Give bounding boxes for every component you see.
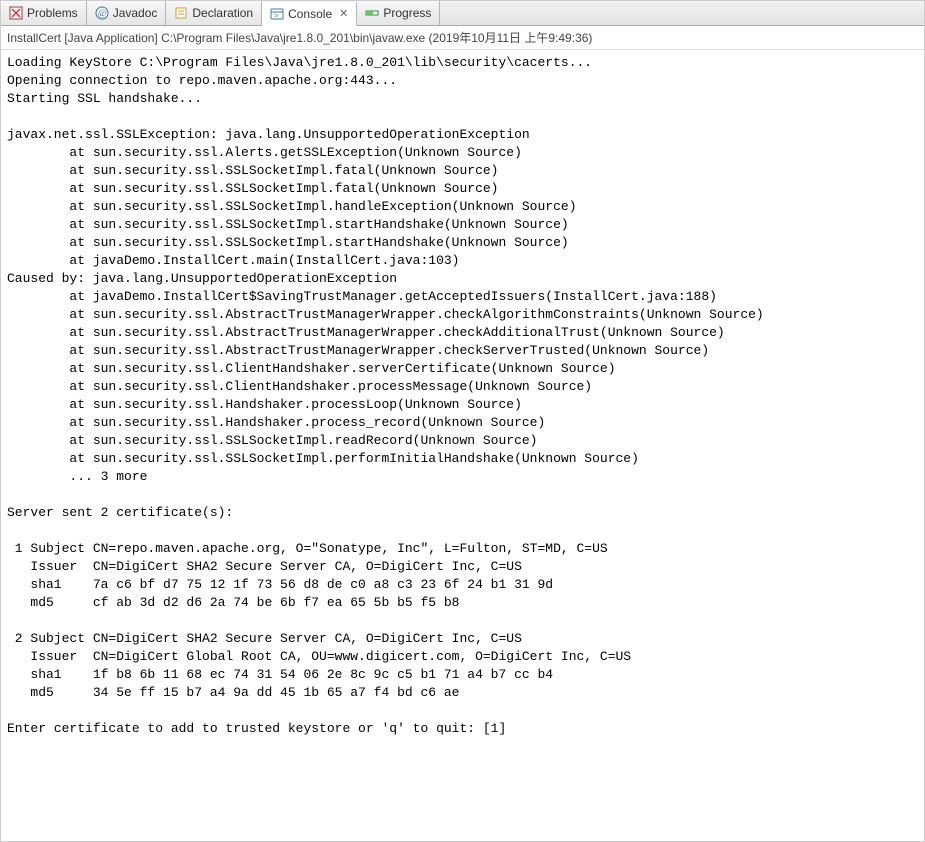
tab-label: Javadoc (113, 6, 158, 20)
svg-text:>_: >_ (274, 13, 282, 20)
tab-javadoc[interactable]: @ Javadoc (87, 1, 167, 25)
tab-problems[interactable]: Problems (1, 1, 87, 25)
tab-label: Problems (27, 6, 78, 20)
tab-label: Declaration (192, 6, 253, 20)
launch-description: InstallCert [Java Application] C:\Progra… (1, 26, 924, 50)
progress-icon (365, 6, 379, 20)
declaration-icon (174, 6, 188, 20)
tab-label: Console (288, 7, 332, 21)
tab-declaration[interactable]: Declaration (166, 1, 262, 25)
console-output[interactable]: Loading KeyStore C:\Program Files\Java\j… (1, 50, 924, 742)
javadoc-icon: @ (95, 6, 109, 20)
close-icon[interactable]: ✕ (339, 7, 348, 20)
console-icon: >_ (270, 7, 284, 21)
problems-icon (9, 6, 23, 20)
view-tab-bar: Problems @ Javadoc Declaration >_ Consol… (1, 1, 924, 26)
tab-progress[interactable]: Progress (357, 1, 440, 25)
tab-console[interactable]: >_ Console ✕ (262, 2, 357, 26)
svg-text:@: @ (98, 8, 106, 18)
tab-label: Progress (383, 6, 431, 20)
